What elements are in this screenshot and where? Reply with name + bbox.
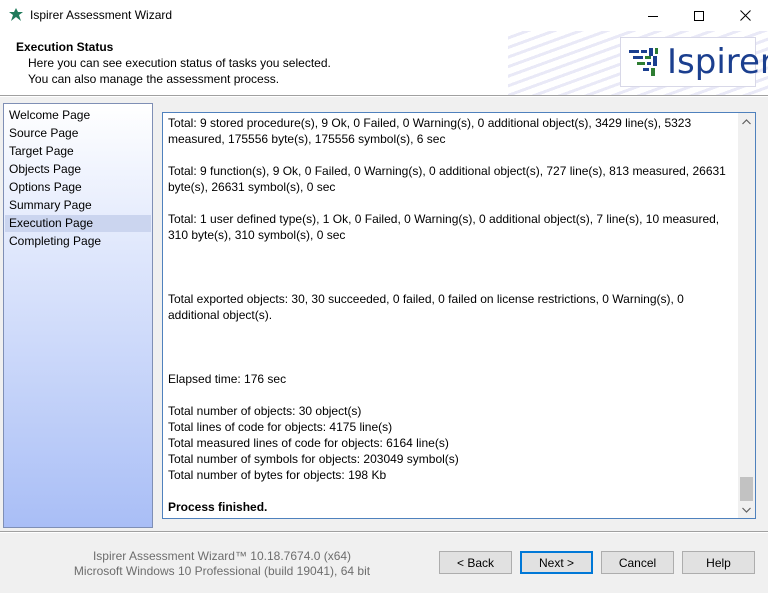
log-total-measured: Total measured lines of code for objects… — [168, 436, 449, 450]
ispirer-leaf-icon — [8, 7, 24, 23]
nav-item-objects[interactable]: Objects Page — [5, 161, 151, 178]
version-info: Ispirer Assessment Wizard™ 10.18.7674.0 … — [92, 549, 352, 563]
next-button[interactable]: Next > — [520, 551, 593, 574]
page-description: Here you can see execution status of tas… — [28, 56, 331, 70]
logo-mark-icon — [629, 48, 658, 76]
execution-log-text: Total: 9 stored procedure(s), 9 Ok, 0 Fa… — [168, 115, 736, 515]
nav-item-summary[interactable]: Summary Page — [5, 197, 151, 214]
log-total-bytes: Total number of bytes for objects: 198 K… — [168, 468, 387, 482]
scroll-thumb[interactable] — [740, 477, 753, 501]
nav-item-target[interactable]: Target Page — [5, 143, 151, 160]
scroll-down-button[interactable] — [738, 501, 755, 518]
header-divider-highlight — [0, 96, 768, 97]
ispirer-logo: Ispirer — [620, 37, 768, 87]
vertical-scrollbar[interactable] — [738, 113, 755, 518]
nav-item-completing[interactable]: Completing Page — [5, 233, 151, 250]
log-total-symbols: Total number of symbols for objects: 203… — [168, 452, 459, 466]
page-title: Execution Status — [16, 40, 114, 54]
page-description-2: You can also manage the assessment proce… — [28, 72, 280, 86]
window-title: Ispirer Assessment Wizard — [30, 8, 173, 22]
help-button[interactable]: Help — [682, 551, 755, 574]
chevron-up-icon — [742, 118, 751, 124]
title-bar[interactable]: Ispirer Assessment Wizard — [0, 0, 768, 31]
log-total-objects: Total number of objects: 30 object(s) — [168, 404, 362, 418]
close-button[interactable] — [722, 0, 768, 31]
minimize-icon — [648, 15, 658, 17]
footer-divider-highlight — [0, 532, 768, 533]
log-finished: Process finished. — [168, 500, 268, 514]
maximize-icon — [694, 10, 704, 21]
nav-item-execution[interactable]: Execution Page — [5, 215, 151, 232]
execution-log[interactable]: Total: 9 stored procedure(s), 9 Ok, 0 Fa… — [162, 112, 756, 519]
log-functions: Total: 9 function(s), 9 Ok, 0 Failed, 0 … — [168, 164, 726, 194]
scroll-up-button[interactable] — [738, 113, 755, 130]
wizard-nav: Welcome Page Source Page Target Page Obj… — [3, 103, 153, 528]
log-exported: Total exported objects: 30, 30 succeeded… — [168, 292, 684, 322]
nav-item-welcome[interactable]: Welcome Page — [5, 107, 151, 124]
nav-item-options[interactable]: Options Page — [5, 179, 151, 196]
log-types: Total: 1 user defined type(s), 1 Ok, 0 F… — [168, 212, 720, 242]
close-icon — [739, 10, 751, 21]
cancel-button[interactable]: Cancel — [601, 551, 674, 574]
logo-wordmark: Ispirer — [667, 42, 768, 82]
wizard-header: Execution Status Here you can see execut… — [0, 31, 768, 95]
log-total-lines: Total lines of code for objects: 4175 li… — [168, 420, 393, 434]
log-procedures: Total: 9 stored procedure(s), 9 Ok, 0 Fa… — [168, 116, 692, 146]
log-elapsed: Elapsed time: 176 sec — [168, 372, 287, 386]
nav-item-source[interactable]: Source Page — [5, 125, 151, 142]
chevron-down-icon — [742, 507, 751, 513]
back-button[interactable]: < Back — [439, 551, 512, 574]
minimize-button[interactable] — [630, 0, 676, 31]
os-info: Microsoft Windows 10 Professional (build… — [73, 564, 371, 578]
maximize-button[interactable] — [676, 0, 722, 31]
